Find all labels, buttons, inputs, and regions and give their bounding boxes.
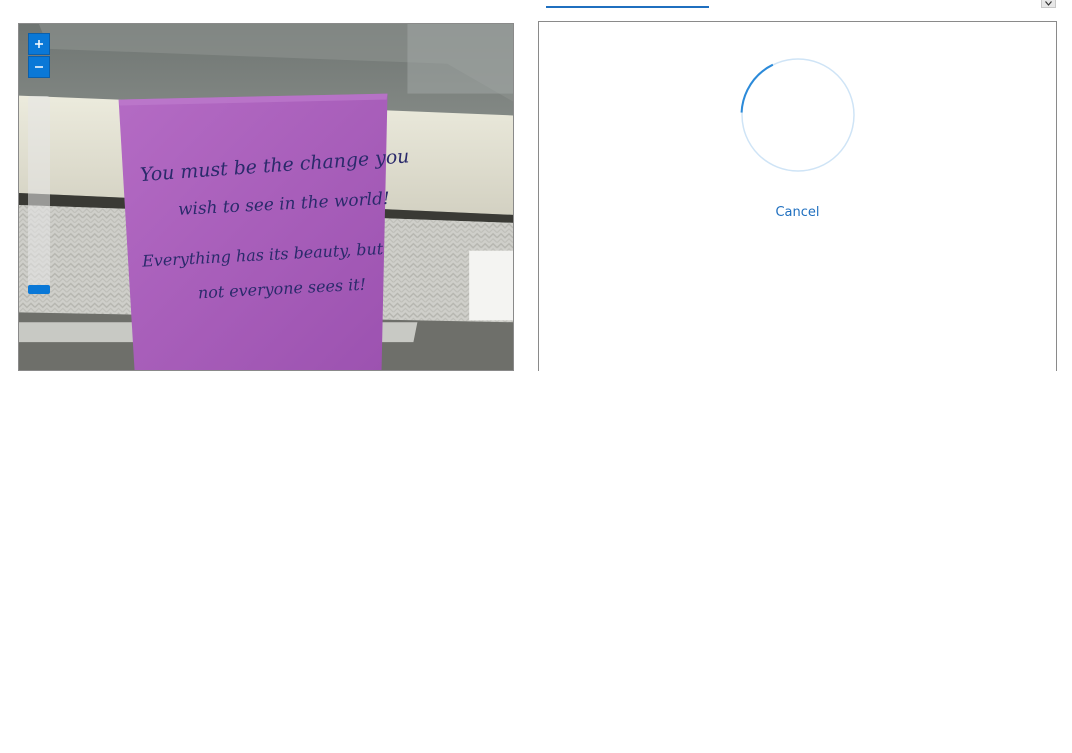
minus-icon <box>35 66 43 68</box>
chevron-down-icon <box>1045 1 1052 6</box>
zoom-in-button[interactable] <box>28 33 50 55</box>
photo-image: You must be the change you wish to see i… <box>19 24 513 370</box>
zoom-slider-thumb[interactable] <box>28 285 50 294</box>
image-viewer[interactable]: You must be the change you wish to see i… <box>18 23 514 371</box>
loading-spinner-icon <box>740 57 855 172</box>
active-tab-indicator <box>546 6 709 8</box>
zoom-slider-track[interactable] <box>28 96 50 294</box>
dropdown-toggle[interactable] <box>1041 0 1056 8</box>
cancel-button[interactable]: Cancel <box>539 205 1056 220</box>
result-panel: Cancel <box>538 21 1057 371</box>
zoom-out-button[interactable] <box>28 56 50 78</box>
plus-icon <box>35 40 43 48</box>
